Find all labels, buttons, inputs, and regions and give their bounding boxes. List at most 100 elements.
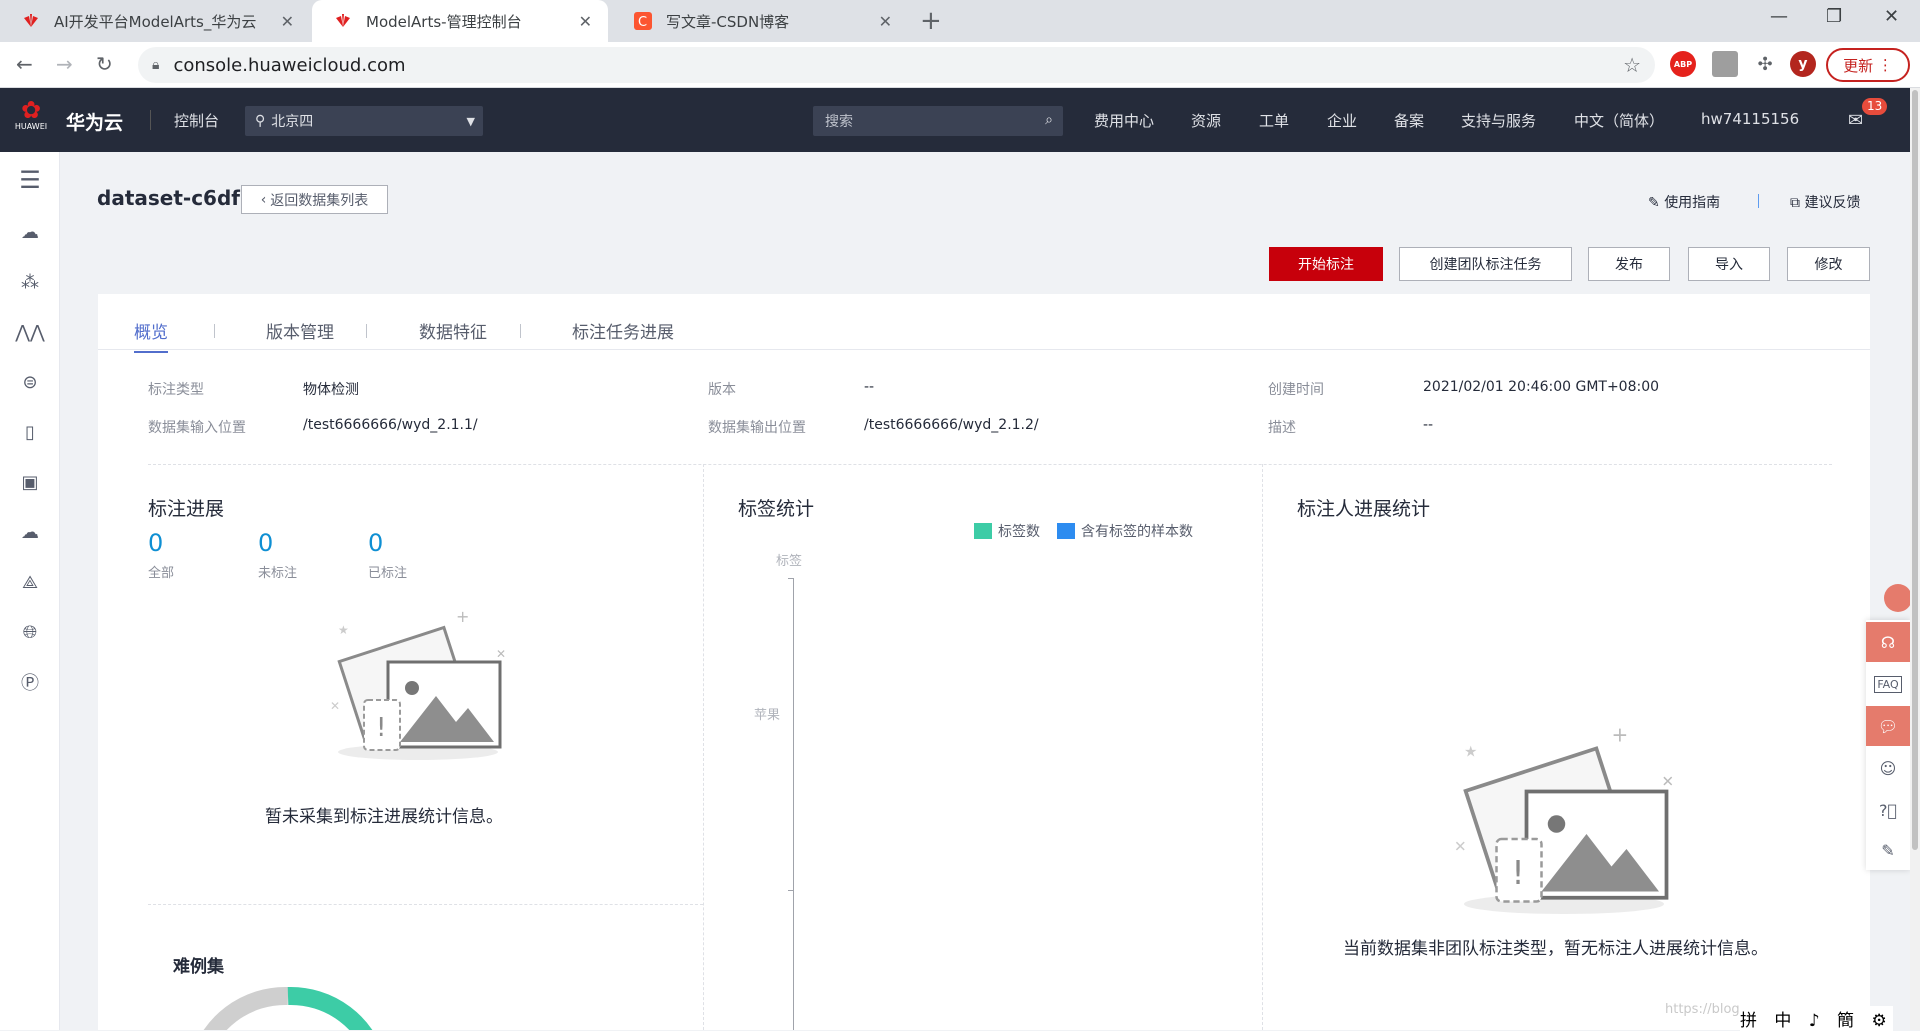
tab-data-features[interactable]: 数据特征 bbox=[419, 318, 487, 351]
version-label: 版本 bbox=[708, 382, 736, 398]
region-value: 北京四 bbox=[271, 114, 314, 130]
cloud-service-icon[interactable]: ☁ bbox=[16, 218, 44, 246]
browser-tab-csdn[interactable]: C 写文章-CSDN博客 ✕ bbox=[612, 0, 908, 42]
label-type-value: 物体检测 bbox=[303, 382, 359, 398]
minimize-icon[interactable]: — bbox=[1770, 6, 1788, 27]
model-icon[interactable]: ⋀⋀ bbox=[15, 318, 45, 346]
puzzle-icon[interactable]: ✣ bbox=[1752, 51, 1778, 77]
mail-icon[interactable]: ✉ bbox=[1848, 110, 1863, 131]
nav-username[interactable]: hw74115156 bbox=[1701, 110, 1799, 128]
hard-examples-donut-chart bbox=[203, 986, 373, 1030]
console-link[interactable]: 控制台 bbox=[174, 110, 219, 131]
stat-labeled-value: 0 bbox=[368, 529, 384, 557]
close-icon[interactable]: ✕ bbox=[281, 12, 294, 31]
tab-divider bbox=[366, 324, 367, 338]
y-axis-tick bbox=[788, 578, 794, 579]
chat-icon[interactable]: 💬︎ bbox=[1866, 706, 1910, 746]
reload-icon[interactable]: ↻ bbox=[96, 52, 113, 76]
legend-label-count[interactable]: 标签数 bbox=[974, 521, 1040, 541]
edit-feedback-icon[interactable]: ✎ bbox=[1866, 830, 1910, 870]
import-button[interactable]: 导入 bbox=[1688, 247, 1770, 281]
back-label: 返回数据集列表 bbox=[270, 192, 369, 209]
legend-sample-count[interactable]: 含有标签的样本数 bbox=[1057, 521, 1193, 541]
left-rail: ☰ ☁ ⁂ ⋀⋀ ⊜ ▯ ▣ ☁ ⟁ 🌐︎ Ⓟ bbox=[0, 152, 60, 1030]
header-search-input[interactable]: 搜索 ⌕ bbox=[813, 106, 1063, 136]
customer-service-icon[interactable]: ☊ bbox=[1866, 622, 1910, 662]
profile-avatar[interactable]: y bbox=[1790, 51, 1816, 77]
region-select[interactable]: ⚲ 北京四 ▼ bbox=[245, 106, 483, 136]
overview-card: 概览 版本管理 数据特征 标注任务进展 标注类型 物体检测 版本 -- 创建时间… bbox=[98, 294, 1870, 1030]
restore-icon[interactable]: ❐ bbox=[1826, 6, 1842, 27]
close-icon[interactable]: ✕ bbox=[579, 12, 592, 31]
huawei-petal-icon: ✿ bbox=[20, 96, 42, 124]
publish-button[interactable]: 发布 bbox=[1588, 247, 1670, 281]
storage-icon[interactable]: ⊜ bbox=[16, 368, 44, 396]
edit-button[interactable]: 修改 bbox=[1787, 247, 1870, 281]
user-guide-link[interactable]: ✎ 使用指南 bbox=[1648, 192, 1720, 212]
tag-stats-title: 标签统计 bbox=[738, 498, 815, 520]
help-icon[interactable]: ?⃝ bbox=[1866, 790, 1910, 830]
nav-tickets[interactable]: 工单 bbox=[1259, 110, 1289, 131]
tab-version-management[interactable]: 版本管理 bbox=[266, 318, 334, 351]
annotator-stats-title: 标注人进展统计 bbox=[1297, 498, 1431, 520]
description-label: 描述 bbox=[1268, 420, 1296, 436]
back-to-dataset-list-button[interactable]: ‹ 返回数据集列表 bbox=[241, 185, 388, 214]
label-type-label: 标注类型 bbox=[148, 382, 204, 398]
ip-icon[interactable]: Ⓟ bbox=[16, 668, 44, 696]
device-icon[interactable]: ▯ bbox=[16, 418, 44, 446]
output-location-value[interactable]: /test6666666/wyd_2.1.2/ bbox=[864, 417, 1039, 433]
browser-tab-modelarts-intro[interactable]: AI开发平台ModelArts_华为云 ✕ bbox=[0, 0, 310, 42]
start-labeling-button[interactable]: 开始标注 bbox=[1269, 247, 1383, 281]
faq-button[interactable]: FAQ bbox=[1866, 664, 1910, 704]
feedback-link[interactable]: ⧉ 建议反馈 bbox=[1790, 192, 1860, 212]
close-icon[interactable]: ✕ bbox=[879, 12, 892, 31]
extension-icon[interactable] bbox=[1712, 51, 1738, 77]
stat-all-value: 0 bbox=[148, 529, 164, 557]
window-close-icon[interactable]: ✕ bbox=[1884, 6, 1899, 27]
ime-toolbar[interactable]: 拼 中 ♪ 簡 ⚙ bbox=[1740, 1006, 1893, 1031]
url-input[interactable]: 🔒︎ console.huaweicloud.com ☆ bbox=[138, 47, 1655, 83]
assistant-avatar-icon[interactable] bbox=[1884, 584, 1912, 612]
svg-text:✕: ✕ bbox=[330, 699, 340, 713]
nav-support[interactable]: 支持与服务 bbox=[1461, 110, 1536, 131]
nav-filing[interactable]: 备案 bbox=[1394, 110, 1424, 131]
created-time-value: 2021/02/01 20:46:00 GMT+08:00 bbox=[1423, 379, 1660, 395]
stat-unlabeled-value: 0 bbox=[258, 529, 274, 557]
cluster-icon[interactable]: ⁂ bbox=[16, 268, 44, 296]
forward-arrow-icon[interactable]: → bbox=[56, 52, 73, 76]
back-arrow-icon[interactable]: ← bbox=[16, 52, 33, 76]
version-value: -- bbox=[864, 379, 875, 395]
nav-enterprise[interactable]: 企业 bbox=[1327, 110, 1357, 131]
document-icon[interactable]: ▣ bbox=[16, 468, 44, 496]
menu-icon[interactable]: ☰ bbox=[16, 166, 44, 194]
mail-badge: 13 bbox=[1862, 98, 1888, 115]
stat-all-label: 全部 bbox=[148, 566, 175, 581]
brand-name[interactable]: 华为云 bbox=[66, 108, 123, 135]
huawei-logo[interactable]: ✿ HUAWEI bbox=[14, 98, 48, 131]
nav-language[interactable]: 中文（简体） bbox=[1574, 110, 1664, 131]
created-time-label: 创建时间 bbox=[1268, 382, 1324, 398]
deploy-icon[interactable]: ⟁ bbox=[16, 568, 44, 596]
adblock-extension-icon[interactable]: ABP bbox=[1670, 51, 1696, 77]
tab-labeling-progress[interactable]: 标注任务进展 bbox=[572, 318, 674, 351]
new-tab-button[interactable]: + bbox=[920, 6, 942, 36]
tab-overview[interactable]: 概览 bbox=[134, 318, 168, 353]
dataset-title: dataset-c6df bbox=[97, 186, 240, 210]
search-icon[interactable]: ⌕ bbox=[1045, 112, 1053, 128]
browser-tab-modelarts-console[interactable]: ModelArts-管理控制台 ✕ bbox=[312, 0, 608, 42]
nav-resources[interactable]: 资源 bbox=[1191, 110, 1221, 131]
smiley-icon[interactable]: ☺ bbox=[1866, 748, 1910, 788]
bookmark-star-icon[interactable]: ☆ bbox=[1623, 53, 1641, 77]
scroll-thumb[interactable] bbox=[1912, 90, 1918, 850]
column-divider bbox=[1262, 464, 1263, 1030]
cloud-upload-icon[interactable]: ☁ bbox=[16, 518, 44, 546]
description-value: -- bbox=[1423, 417, 1434, 433]
y-axis-title: 标签 bbox=[776, 554, 803, 569]
update-button[interactable]: 更新 ⋮ bbox=[1826, 48, 1910, 82]
browser-tab-strip: AI开发平台ModelArts_华为云 ✕ ModelArts-管理控制台 ✕ … bbox=[0, 0, 1920, 42]
nav-billing[interactable]: 费用中心 bbox=[1094, 110, 1154, 131]
huawei-logo-icon bbox=[332, 12, 354, 30]
globe-icon[interactable]: 🌐︎ bbox=[16, 618, 44, 646]
input-location-value[interactable]: /test6666666/wyd_2.1.1/ bbox=[303, 417, 478, 433]
create-team-task-button[interactable]: 创建团队标注任务 bbox=[1399, 247, 1572, 281]
